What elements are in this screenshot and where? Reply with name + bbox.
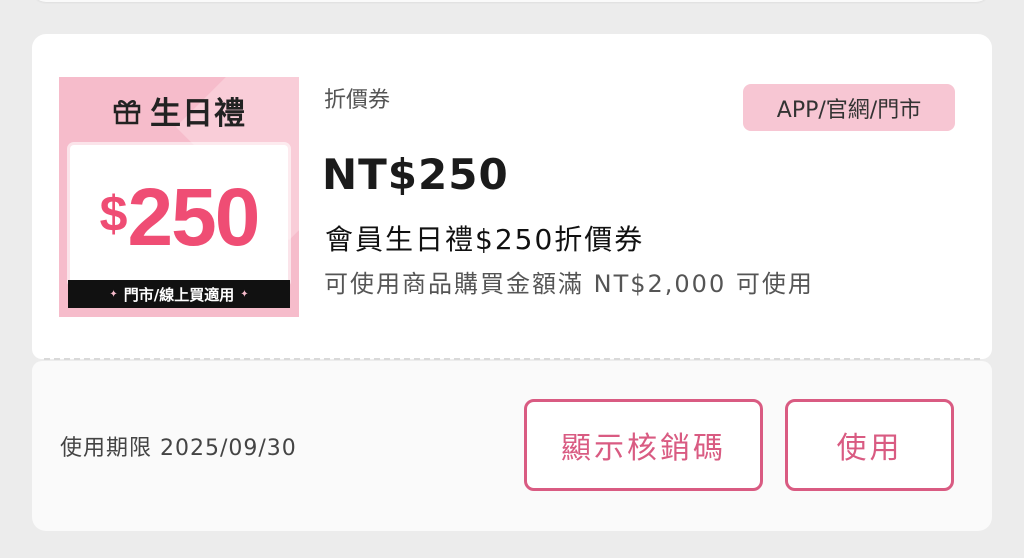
coupon-image-title: 生日禮 [150,95,246,132]
sparkle-icon: ✦ [109,288,118,300]
coupon-image-amount: $250 [70,169,288,263]
coupon-type-label: 折價券 [324,88,391,113]
coupon-divider [44,358,980,360]
currency-symbol: $ [99,186,128,242]
channel-badge: APP/官網/門市 [743,84,955,131]
coupon-image: 生日禮 $250 ✦ 門市/線上買適用 ✦ [59,77,299,317]
amount-value: 250 [127,172,260,263]
gift-icon [112,95,142,125]
coupon-condition: 可使用商品購買金額滿 NT$2,000 可使用 [324,270,814,298]
expiry-date: 使用期限 2025/09/30 [60,436,297,461]
show-redeem-code-button[interactable]: 顯示核銷碼 [524,399,763,491]
coupon-name: 會員生日禮$250折價券 [325,223,645,256]
coupon-image-header: 生日禮 [59,87,299,133]
sparkle-icon: ✦ [240,288,249,300]
use-coupon-button[interactable]: 使用 [785,399,954,491]
coupon-image-strip: ✦ 門市/線上買適用 ✦ [68,280,290,308]
coupon-image-strip-text: 門市/線上買適用 [123,285,235,304]
previous-card-edge [32,0,990,2]
coupon-price: NT$250 [322,150,509,199]
